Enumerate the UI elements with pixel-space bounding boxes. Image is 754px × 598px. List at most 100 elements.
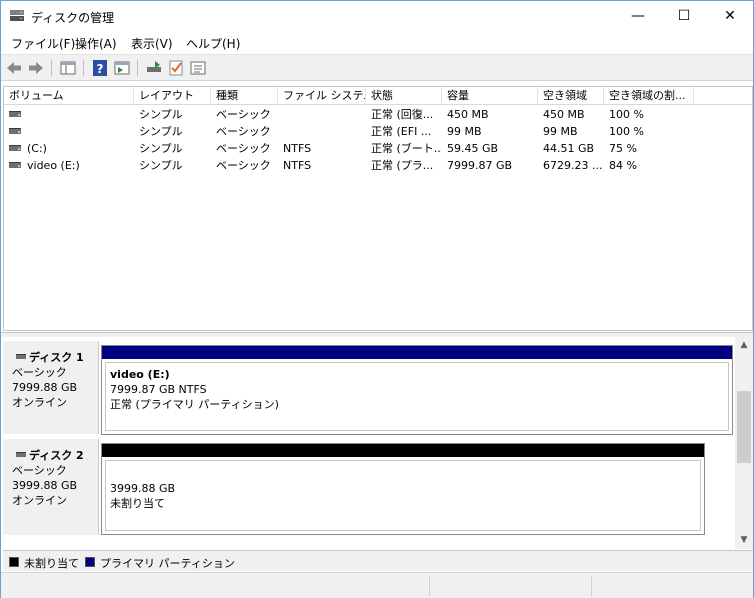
volume-row[interactable]: シンプル ベーシック 正常 (回復... 450 MB 450 MB 100 % <box>4 106 752 123</box>
column-header-volume[interactable]: ボリューム <box>4 87 134 105</box>
disk-icon <box>16 354 26 359</box>
volume-type: ベーシック <box>216 108 271 121</box>
legend-label-primary: プライマリ パーティション <box>100 557 235 570</box>
menu-view[interactable]: 表示(V) <box>131 35 173 52</box>
volume-layout: シンプル <box>139 108 183 121</box>
help-icon[interactable]: ? <box>91 59 109 77</box>
disk-management-app-icon <box>10 10 24 21</box>
volume-row[interactable]: シンプル ベーシック 正常 (EFI ... 99 MB 99 MB 100 % <box>4 123 752 140</box>
column-header-layout[interactable]: レイアウト <box>134 87 211 105</box>
partition-bar <box>102 444 704 457</box>
legend-label-unallocated: 未割り当て <box>24 557 79 570</box>
title-bar: ディスクの管理 — ☐ ✕ <box>1 1 753 31</box>
menu-bar: ファイル(F) 操作(A) 表示(V) ヘルプ(H) <box>1 31 753 53</box>
disk-state: オンライン <box>12 396 67 409</box>
volume-type: ベーシック <box>216 125 271 138</box>
menu-help[interactable]: ヘルプ(H) <box>186 35 240 52</box>
volume-row[interactable]: video (E:) シンプル ベーシック NTFS 正常 (プラ... 799… <box>4 157 752 174</box>
disk-map-scrollbar[interactable]: ▲ ▼ <box>735 337 753 549</box>
volume-layout: シンプル <box>139 142 183 155</box>
legend-swatch-unallocated <box>9 557 19 567</box>
column-header-capacity[interactable]: 容量 <box>442 87 538 105</box>
volume-status: 正常 (回復... <box>371 108 434 121</box>
volume-type: ベーシック <box>216 159 271 172</box>
partition-size: 3999.88 GB <box>110 482 176 495</box>
close-button[interactable]: ✕ <box>707 1 753 31</box>
volume-name <box>22 106 134 123</box>
back-icon[interactable] <box>5 59 23 77</box>
console-tree-icon[interactable] <box>59 59 77 77</box>
partition-title: video (E:) <box>110 368 170 381</box>
rescan-disks-icon[interactable] <box>145 59 163 77</box>
properties-icon[interactable] <box>189 59 207 77</box>
volume-free-space: 6729.23 ... <box>543 159 603 172</box>
scroll-thumb[interactable] <box>737 391 751 463</box>
volume-free-space: 450 MB <box>543 108 585 121</box>
volume-name <box>22 123 134 140</box>
minimize-button[interactable]: — <box>615 1 661 31</box>
volume-free-percent: 100 % <box>609 108 644 121</box>
checklist-icon[interactable] <box>167 59 185 77</box>
action-pane-icon[interactable] <box>113 59 131 77</box>
column-header-filesystem[interactable]: ファイル システム <box>278 87 366 105</box>
volume-name: (C:) <box>27 142 47 155</box>
volume-list-header: ボリューム レイアウト 種類 ファイル システム 状態 容量 空き領域 空き領域… <box>4 87 752 105</box>
toolbar: ? <box>1 54 753 81</box>
volume-filesystem <box>278 106 366 123</box>
volume-filesystem: NTFS <box>283 159 312 172</box>
volume-layout: シンプル <box>139 125 183 138</box>
volume-row[interactable]: (C:) シンプル ベーシック NTFS 正常 (ブート... 59.45 GB… <box>4 140 752 157</box>
partition-status: 未割り当て <box>110 497 165 510</box>
drive-icon <box>9 111 21 117</box>
partition-size: 7999.87 GB NTFS <box>110 383 207 396</box>
column-header-status[interactable]: 状態 <box>366 87 442 105</box>
forward-icon[interactable] <box>27 59 45 77</box>
disk-name: ディスク 1 <box>29 351 84 364</box>
volume-free-percent: 75 % <box>609 142 637 155</box>
menu-file[interactable]: ファイル(F) <box>11 35 75 52</box>
column-header-free-space[interactable]: 空き領域 <box>538 87 604 105</box>
disk-2-label[interactable]: ディスク 2 ベーシック 3999.88 GB オンライン <box>3 439 99 535</box>
drive-icon <box>9 162 21 168</box>
window-title: ディスクの管理 <box>31 11 115 25</box>
volume-capacity: 99 MB <box>447 125 482 138</box>
legend-bar: 未割り当て プライマリ パーティション <box>3 550 753 571</box>
disk-size: 7999.88 GB <box>12 381 78 394</box>
disk-size: 3999.88 GB <box>12 479 78 492</box>
partition-video-e[interactable]: video (E:) 7999.87 GB NTFS 正常 (プライマリ パーテ… <box>101 345 733 435</box>
partition-body: 3999.88 GB 未割り当て <box>105 460 701 531</box>
disk-state: オンライン <box>12 494 67 507</box>
column-header-type[interactable]: 種類 <box>211 87 278 105</box>
volume-filesystem <box>278 123 366 140</box>
disk-name: ディスク 2 <box>29 449 84 462</box>
volume-name: video (E:) <box>27 159 80 172</box>
partition-bar <box>102 346 732 359</box>
legend-swatch-primary <box>85 557 95 567</box>
volume-free-percent: 84 % <box>609 159 637 172</box>
volume-capacity: 59.45 GB <box>447 142 499 155</box>
volume-list: ボリューム レイアウト 種類 ファイル システム 状態 容量 空き領域 空き領域… <box>3 86 753 331</box>
disk-map: ディスク 1 ベーシック 7999.88 GB オンライン video (E:)… <box>3 337 735 549</box>
partition-status: 正常 (プライマリ パーティション) <box>110 398 279 411</box>
volume-status: 正常 (ブート... <box>371 142 442 155</box>
volume-free-percent: 100 % <box>609 125 644 138</box>
disk-type: ベーシック <box>12 464 67 477</box>
volume-capacity: 7999.87 GB <box>447 159 513 172</box>
volume-filesystem: NTFS <box>283 142 312 155</box>
disk-icon <box>16 452 26 457</box>
column-header-free-percent[interactable]: 空き領域の割... <box>604 87 694 105</box>
status-bar <box>1 572 753 598</box>
volume-free-space: 99 MB <box>543 125 578 138</box>
svg-text:?: ? <box>97 62 104 76</box>
volume-capacity: 450 MB <box>447 108 489 121</box>
menu-action[interactable]: 操作(A) <box>75 35 117 52</box>
maximize-button[interactable]: ☐ <box>661 1 707 31</box>
disk-management-window: ディスクの管理 — ☐ ✕ ファイル(F) 操作(A) 表示(V) ヘルプ(H)… <box>0 0 754 598</box>
scroll-up-arrow[interactable]: ▲ <box>735 337 753 354</box>
scroll-down-arrow[interactable]: ▼ <box>735 532 753 549</box>
partition-unallocated[interactable]: 3999.88 GB 未割り当て <box>101 443 705 535</box>
volume-layout: シンプル <box>139 159 183 172</box>
disk-type: ベーシック <box>12 366 67 379</box>
disk-1-label[interactable]: ディスク 1 ベーシック 7999.88 GB オンライン <box>3 341 99 434</box>
volume-status: 正常 (EFI ... <box>371 125 432 138</box>
